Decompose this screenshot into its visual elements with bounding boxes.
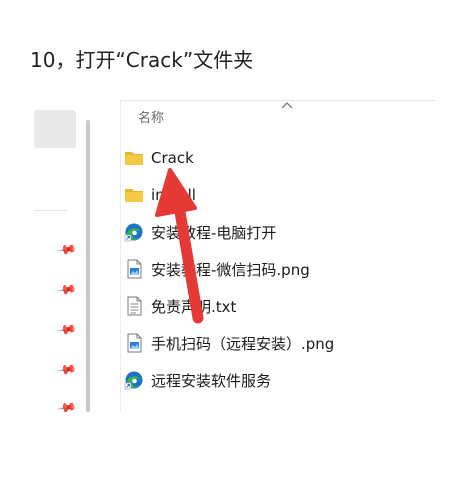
- file-row-install-guide-wechat[interactable]: 安装教程-微信扫码.png: [124, 254, 424, 284]
- instruction-text: 10，打开“Crack”文件夹: [30, 48, 254, 72]
- pin-icon[interactable]: 📌: [55, 397, 77, 412]
- file-row-install[interactable]: install: [124, 180, 424, 210]
- navigation-pane: 📌 📌 📌 📌 📌: [34, 100, 120, 412]
- text-file-icon: [127, 296, 142, 316]
- edge-browser-icon: [124, 371, 143, 390]
- nav-divider: [34, 210, 68, 211]
- file-name: install: [151, 186, 196, 204]
- pin-icon[interactable]: 📌: [55, 319, 77, 341]
- file-name: Crack: [151, 149, 194, 167]
- pin-icon[interactable]: 📌: [55, 239, 77, 261]
- pin-icon[interactable]: 📌: [55, 359, 77, 381]
- file-name: 免责声明.txt: [151, 297, 237, 316]
- file-explorer-window: 📌 📌 📌 📌 📌 名称 Crack install 安装教程-电脑打开 安装教…: [34, 100, 436, 412]
- name-column-header[interactable]: 名称: [138, 110, 164, 128]
- folder-icon: [125, 189, 143, 202]
- file-row-mobile-scan[interactable]: 手机扫码（远程安装）.png: [124, 328, 424, 358]
- file-name: 远程安装软件服务: [151, 371, 272, 390]
- file-name: 手机扫码（远程安装）.png: [151, 334, 335, 353]
- image-file-icon: [127, 333, 142, 353]
- pin-icon[interactable]: 📌: [55, 279, 77, 301]
- pane-divider: [120, 100, 121, 412]
- file-name: 安装教程-微信扫码.png: [151, 260, 310, 279]
- nav-scrollbar[interactable]: [86, 120, 90, 412]
- file-row-crack[interactable]: Crack: [124, 143, 424, 173]
- file-row-install-guide-pc[interactable]: 安装教程-电脑打开: [124, 217, 424, 247]
- file-row-disclaimer[interactable]: 免责声明.txt: [124, 291, 424, 321]
- edge-browser-icon: [124, 223, 143, 242]
- chevron-up-icon[interactable]: [281, 101, 293, 109]
- folder-icon: [125, 152, 143, 165]
- nav-selected-item[interactable]: [34, 110, 76, 148]
- image-file-icon: [127, 259, 142, 279]
- file-row-remote-install-service[interactable]: 远程安装软件服务: [124, 365, 424, 395]
- file-name: 安装教程-电脑打开: [151, 223, 277, 242]
